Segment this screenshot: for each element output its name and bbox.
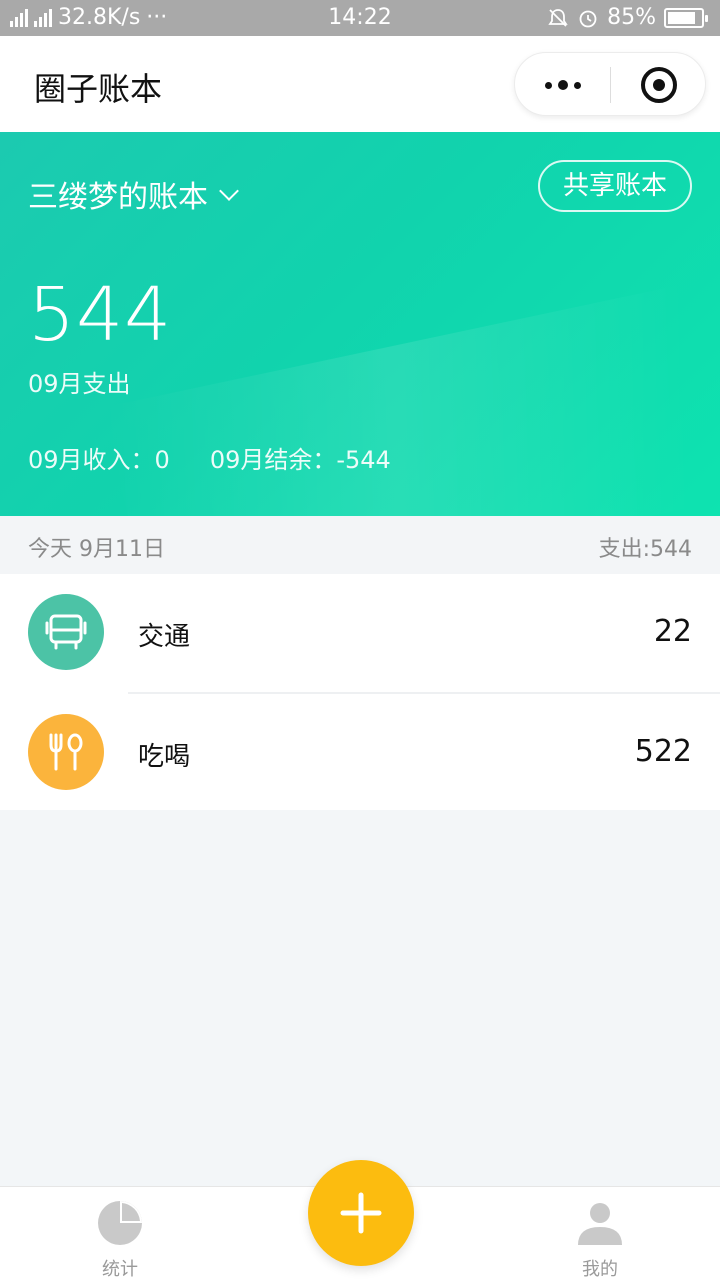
record-item-transport[interactable]: 交通 22 [0, 574, 720, 692]
nav-bar: 圈子账本 [0, 36, 720, 132]
month-income: 09月收入：0 [28, 446, 170, 474]
tab-stats[interactable]: 统计 [60, 1199, 180, 1280]
tab-mine[interactable]: 我的 [540, 1199, 660, 1280]
close-mini-program-button[interactable] [611, 53, 707, 117]
add-record-button[interactable] [308, 1160, 414, 1266]
mute-bell-icon [548, 9, 568, 27]
month-expense-amount: 544 [28, 272, 173, 358]
chevron-down-icon [219, 181, 239, 201]
book-name: 三缕梦的账本 [28, 180, 208, 215]
book-selector[interactable]: 三缕梦的账本 [28, 172, 239, 216]
record-category: 吃喝 [138, 742, 191, 772]
status-bar: 32.8K/s ··· 14:22 85% [0, 0, 720, 36]
month-balance: 09月结余：-544 [209, 446, 391, 474]
hero-background-sheen [104, 261, 720, 516]
day-header: 今天 9月11日 支出:544 [0, 516, 720, 574]
target-close-icon [641, 67, 677, 103]
month-expense-label: 09月支出 [28, 370, 131, 398]
account-overview: 三缕梦的账本 共享账本 544 09月支出 09月收入：0 09月结余：-544 [0, 132, 720, 516]
share-book-button[interactable]: 共享账本 [538, 160, 692, 212]
battery-icon [664, 8, 708, 28]
day-date: 今天 9月11日 [28, 537, 165, 562]
battery-percent: 85% [607, 5, 656, 30]
pie-chart-icon [98, 1201, 142, 1245]
page-title: 圈子账本 [34, 70, 163, 108]
mini-program-capsule [514, 52, 706, 116]
user-icon [578, 1203, 622, 1245]
record-category: 交通 [138, 622, 191, 652]
fork-spoon-icon [28, 714, 104, 790]
tab-stats-label: 统计 [102, 1259, 138, 1280]
tab-mine-label: 我的 [582, 1259, 618, 1280]
bus-icon [28, 594, 104, 670]
status-right: 85% [547, 0, 708, 36]
record-list: 交通 22 吃喝 522 [0, 574, 720, 810]
record-amount: 522 [634, 734, 692, 769]
day-expense-total: 支出:544 [598, 537, 692, 562]
record-amount: 22 [653, 614, 692, 649]
battery-fill [668, 12, 696, 24]
more-dots-icon[interactable] [515, 53, 611, 117]
alarm-icon [579, 10, 597, 28]
month-summary: 09月收入：0 09月结余：-544 [28, 440, 391, 475]
record-item-food[interactable]: 吃喝 522 [28, 692, 720, 810]
plus-icon [340, 1192, 382, 1234]
